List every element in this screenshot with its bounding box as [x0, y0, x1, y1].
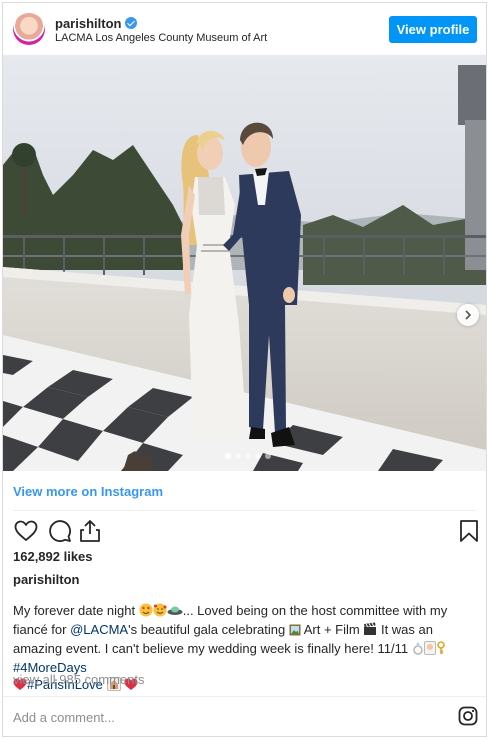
comment-icon [49, 520, 71, 542]
likes-count[interactable]: 162,892 likes [13, 549, 93, 564]
share-icon [80, 520, 100, 542]
save-button[interactable] [456, 518, 482, 544]
chevron-right-icon [465, 310, 472, 320]
carousel-dot [265, 453, 271, 459]
post-photo[interactable] [3, 55, 486, 471]
carousel-dot [235, 453, 241, 459]
view-comments-link[interactable]: view all 985 comments [13, 672, 145, 687]
poster-username-link[interactable]: parishilton [13, 572, 79, 587]
bookmark-icon [460, 520, 478, 542]
flying-saucer-emoji-icon [167, 603, 183, 621]
view-more-link[interactable]: View more on Instagram [13, 484, 163, 499]
view-profile-button[interactable]: View profile [389, 16, 477, 43]
carousel-dots [225, 453, 271, 459]
framed-picture-emoji-icon [289, 623, 301, 640]
mention-link[interactable]: @LACMA [70, 622, 128, 637]
key-emoji-icon [436, 641, 446, 659]
bride-emoji-icon [423, 641, 436, 659]
smiling-hearts-emoji-icon [153, 603, 167, 621]
carousel-dot [245, 453, 251, 459]
heart-icon [14, 520, 38, 542]
carousel-dot [255, 453, 261, 459]
action-bar [13, 518, 478, 544]
ring-emoji-icon [412, 641, 424, 659]
instagram-logo-icon[interactable] [458, 706, 478, 726]
like-button[interactable] [13, 518, 39, 544]
divider [3, 696, 486, 697]
avatar[interactable] [13, 13, 45, 45]
couple-photo-image [3, 55, 486, 471]
username-link[interactable]: parishilton [55, 16, 121, 31]
comment-button[interactable] [47, 518, 73, 544]
carousel-dot [225, 453, 231, 459]
instagram-embed-card: parishilton LACMA Los Angeles County Mus… [2, 2, 487, 737]
caption-text: 's beautiful gala celebrating [128, 622, 289, 637]
divider [13, 510, 476, 511]
location-link[interactable]: LACMA Los Angeles County Museum of Art [55, 32, 267, 44]
post-header: parishilton LACMA Los Angeles County Mus… [3, 3, 486, 55]
caption-text: Art + Film [300, 622, 364, 637]
next-slide-button[interactable] [457, 304, 479, 326]
verified-badge-icon [125, 17, 138, 29]
caption-text: My forever date night [13, 603, 139, 618]
clapper-board-emoji-icon [363, 622, 377, 640]
heart-eyes-emoji-icon [139, 603, 153, 621]
username-row: parishilton [55, 15, 138, 31]
share-button[interactable] [77, 518, 103, 544]
add-comment-input[interactable]: Add a comment... [13, 710, 115, 725]
